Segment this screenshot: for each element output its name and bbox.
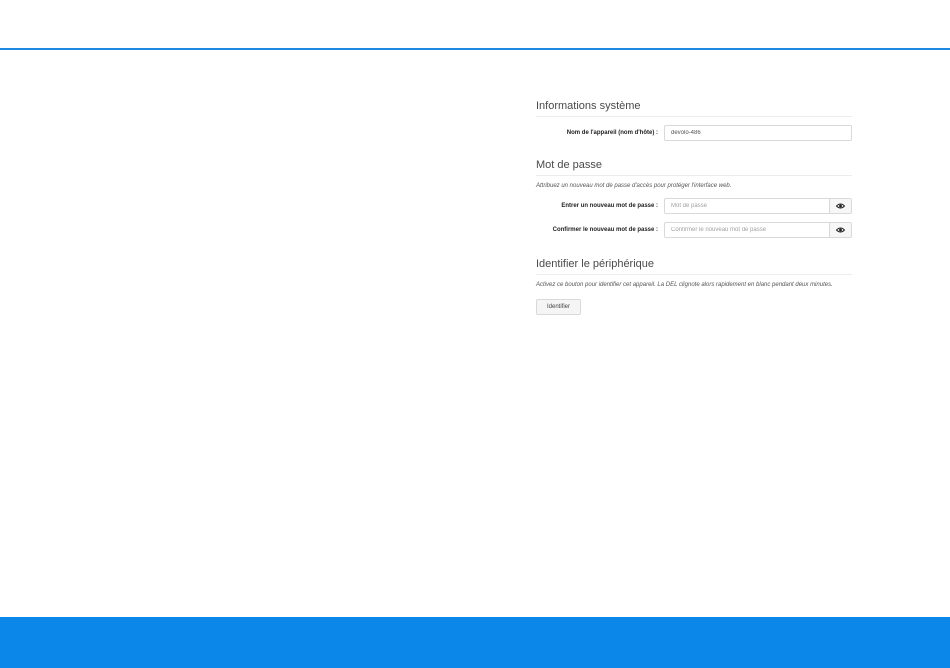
confirm-password-row: Confirmer le nouveau mot de passe : Conf… bbox=[536, 220, 852, 240]
header-divider bbox=[0, 48, 950, 50]
show-new-password-button[interactable] bbox=[829, 199, 851, 213]
footer-bar bbox=[0, 617, 950, 668]
new-password-label: Entrer un nouveau mot de passe : bbox=[561, 203, 658, 209]
hostname-row: Nom de l'appareil (nom d'hôte) : devolo-… bbox=[536, 123, 852, 143]
system-info-title: Informations système bbox=[536, 100, 852, 117]
confirm-password-placeholder: Confirmer le nouveau mot de passe bbox=[671, 227, 767, 233]
eye-icon bbox=[836, 203, 845, 209]
eye-icon bbox=[836, 227, 845, 233]
new-password-row: Entrer un nouveau mot de passe : Mot de … bbox=[536, 196, 852, 216]
identify-button[interactable]: Identifier bbox=[536, 299, 582, 315]
hostname-label: Nom de l'appareil (nom d'hôte) : bbox=[566, 130, 658, 136]
settings-panel: Informations système Nom de l'appareil (… bbox=[536, 100, 852, 315]
password-title: Mot de passe bbox=[536, 159, 852, 176]
identify-description: Activez ce bouton pour identifier cet ap… bbox=[536, 282, 833, 288]
hostname-input[interactable]: devolo-486 bbox=[664, 125, 852, 141]
new-password-placeholder: Mot de passe bbox=[671, 203, 708, 209]
confirm-password-field[interactable]: Confirmer le nouveau mot de passe bbox=[664, 222, 852, 238]
new-password-field[interactable]: Mot de passe bbox=[664, 198, 852, 214]
identify-title: Identifier le périphérique bbox=[536, 258, 852, 275]
hostname-value: devolo-486 bbox=[671, 130, 701, 136]
confirm-password-label: Confirmer le nouveau mot de passe : bbox=[552, 227, 658, 233]
show-confirm-password-button[interactable] bbox=[829, 223, 851, 237]
password-description: Attribuez un nouveau mot de passe d'accè… bbox=[536, 183, 732, 189]
